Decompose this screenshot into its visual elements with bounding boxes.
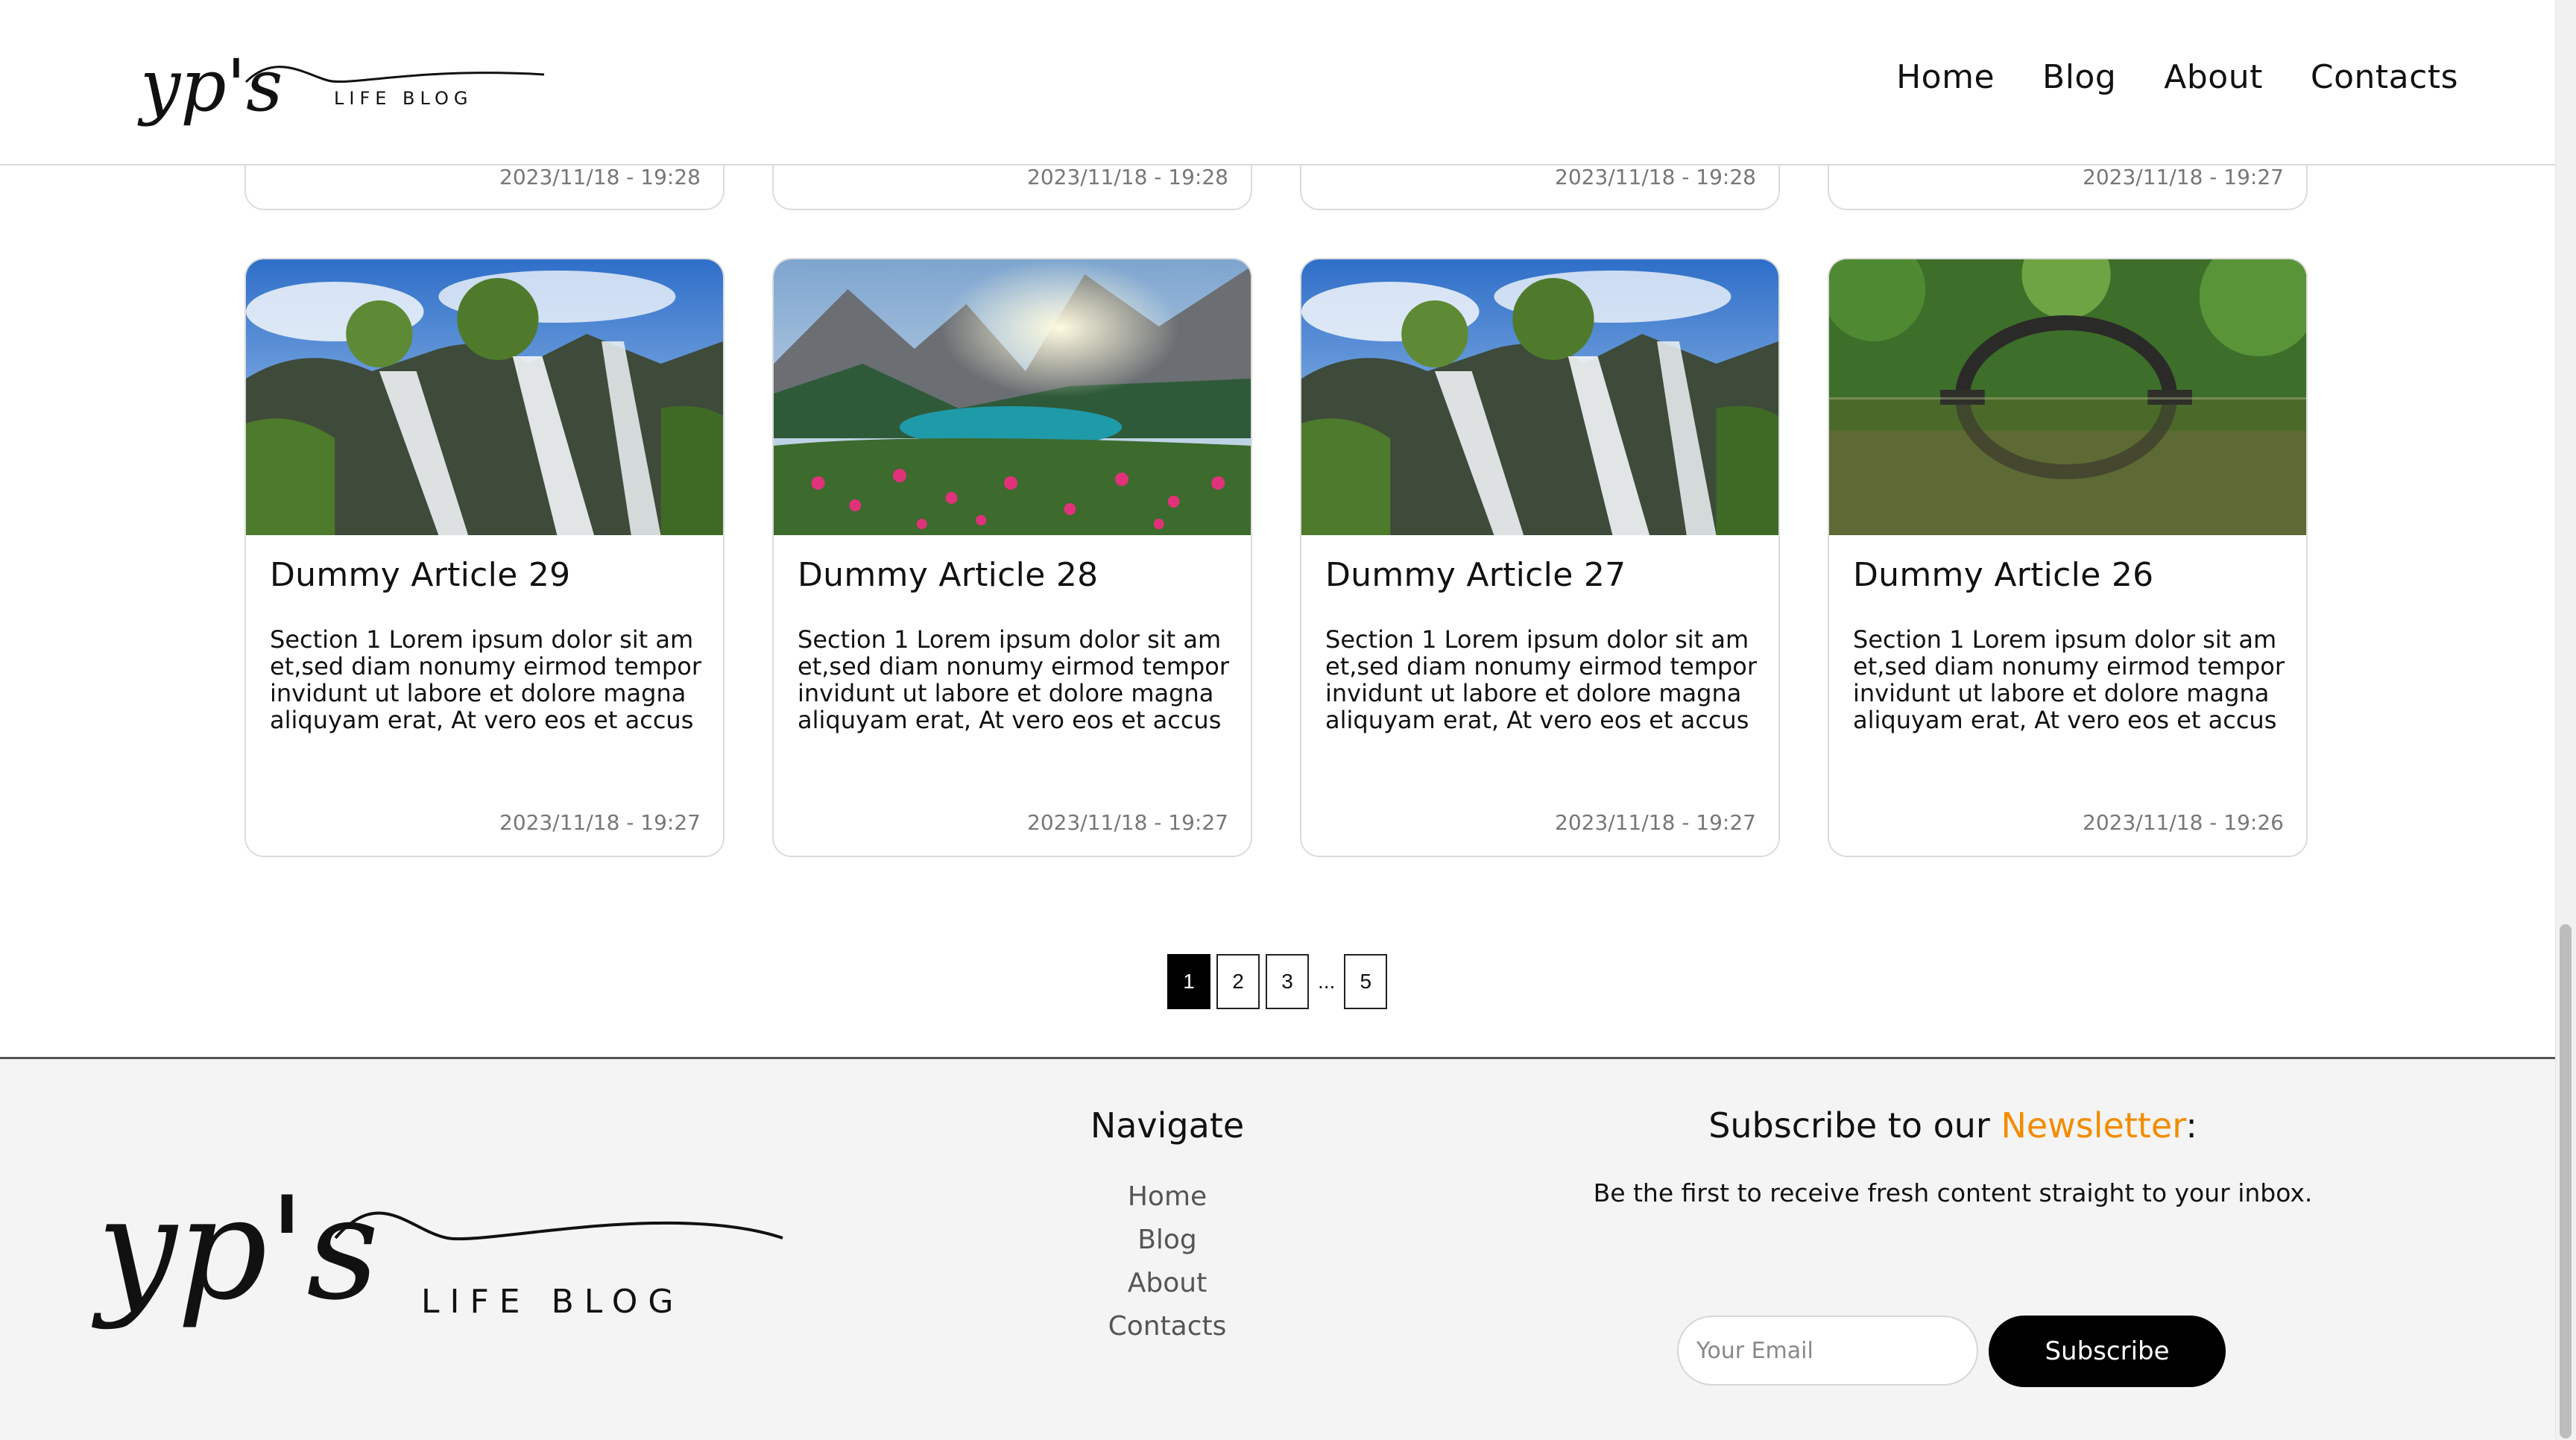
scrollbar-thumb[interactable]	[2560, 924, 2572, 1439]
newsletter-title-accent: Newsletter	[2001, 1105, 2186, 1146]
subscribe-button[interactable]: Subscribe	[1989, 1316, 2226, 1387]
page-button-2[interactable]: 2	[1216, 954, 1260, 1009]
article-date: 2023/11/18 - 19:28	[1555, 165, 1756, 189]
footer-navigate: Navigate Home Blog About Contacts	[996, 1105, 1339, 1348]
footer-logo-tagline: LIFE BLOG	[421, 1283, 684, 1321]
footer-navigate-title: Navigate	[1090, 1105, 1245, 1146]
site-logo[interactable]: yp's LIFE BLOG	[134, 22, 552, 142]
article-title[interactable]: Dummy Article 26	[1853, 556, 2153, 594]
newsletter-title-prefix: Subscribe to our	[1708, 1105, 2001, 1146]
nav-home[interactable]: Home	[1896, 58, 1995, 96]
nav-about[interactable]: About	[2164, 58, 2263, 96]
article-title[interactable]: Dummy Article 29	[270, 556, 570, 594]
page-button-5[interactable]: 5	[1344, 954, 1388, 1009]
footer-nav-about[interactable]: About	[996, 1262, 1339, 1305]
site-footer: yp's LIFE BLOG Navigate Home Blog About …	[0, 1057, 2555, 1440]
article-excerpt: Section 1 Lorem ipsum dolor sit amet,sed…	[1325, 626, 1757, 733]
nav-blog[interactable]: Blog	[2042, 58, 2116, 96]
newsletter-description: Be the first to receive fresh content st…	[1593, 1178, 2313, 1207]
page-button-1[interactable]: 1	[1167, 954, 1210, 1009]
article-title[interactable]: Dummy Article 27	[1325, 556, 1626, 594]
newsletter: Subscribe to our Newsletter: Be the firs…	[1521, 1105, 2385, 1387]
article-date: 2023/11/18 - 19:28	[1027, 165, 1228, 189]
article-date: 2023/11/18 - 19:27	[2083, 165, 2284, 189]
article-date: 2023/11/18 - 19:27	[1027, 810, 1228, 835]
waterfall-image[interactable]	[246, 259, 723, 535]
article-date: 2023/11/18 - 19:27	[499, 810, 701, 835]
article-excerpt: Section 1 Lorem ipsum dolor sit amet,sed…	[1853, 626, 2285, 733]
footer-nav-blog[interactable]: Blog	[996, 1219, 1339, 1262]
pagination: 1 2 3 ... 5	[1167, 954, 1388, 1009]
article-excerpt: Section 1 Lorem ipsum dolor sit amet,sed…	[798, 626, 1229, 733]
logo-tagline: LIFE BLOG	[334, 88, 473, 109]
pagination-ellipsis: ...	[1318, 970, 1336, 993]
article-date: 2023/11/18 - 19:28	[499, 165, 701, 189]
article-card[interactable]: Dummy Article 28 Section 1 Lorem ipsum d…	[772, 258, 1252, 857]
page-button-3[interactable]: 3	[1266, 954, 1309, 1009]
article-excerpt: Section 1 Lorem ipsum dolor sit amet,sed…	[270, 626, 701, 733]
page-scrollbar[interactable]	[2555, 0, 2576, 1440]
mountain-lake-image[interactable]	[774, 259, 1251, 535]
stone-bridge-image[interactable]	[1829, 259, 2306, 535]
main-nav: Home Blog About Contacts	[1896, 58, 2458, 96]
article-title[interactable]: Dummy Article 28	[798, 556, 1098, 594]
article-date: 2023/11/18 - 19:27	[1555, 810, 1756, 835]
newsletter-title-suffix: :	[2185, 1105, 2197, 1146]
footer-nav-home[interactable]: Home	[996, 1175, 1339, 1219]
logo-script: yp's	[137, 44, 282, 127]
article-date: 2023/11/18 - 19:26	[2083, 810, 2284, 835]
site-header: yp's LIFE BLOG Home Blog About Contacts	[0, 0, 2555, 165]
nav-contacts[interactable]: Contacts	[2311, 58, 2458, 96]
newsletter-title: Subscribe to our Newsletter:	[1521, 1105, 2385, 1146]
footer-nav-contacts[interactable]: Contacts	[996, 1305, 1339, 1348]
footer-logo-script: yp's	[91, 1166, 379, 1331]
waterfall-image[interactable]	[1301, 259, 1778, 535]
article-card[interactable]: Dummy Article 29 Section 1 Lorem ipsum d…	[244, 258, 724, 857]
newsletter-form: Subscribe	[1677, 1316, 2226, 1387]
footer-logo[interactable]: yp's LIFE BLOG	[89, 1126, 790, 1365]
article-card[interactable]: Dummy Article 27 Section 1 Lorem ipsum d…	[1300, 258, 1780, 857]
email-field[interactable]	[1677, 1316, 1978, 1386]
article-card[interactable]: Dummy Article 26 Section 1 Lorem ipsum d…	[1828, 258, 2308, 857]
